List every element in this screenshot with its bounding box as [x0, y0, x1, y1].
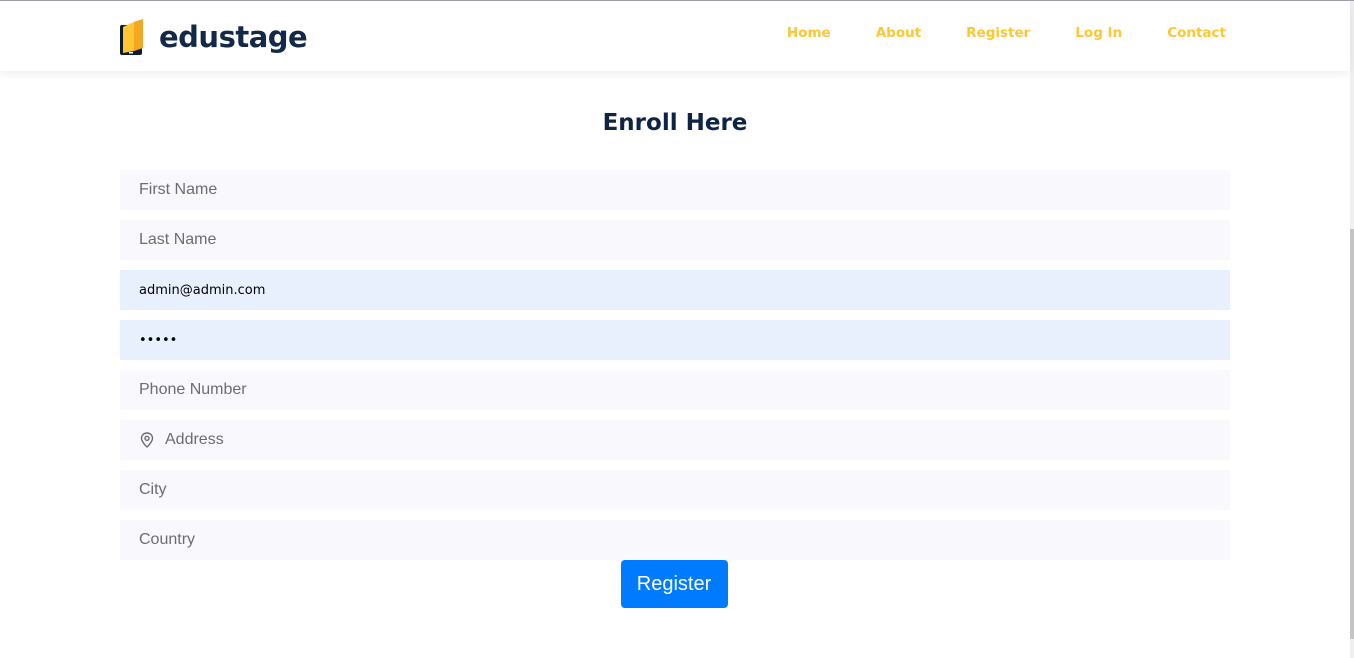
first-name-input[interactable] — [120, 170, 1230, 210]
register-button[interactable]: Register — [620, 560, 728, 608]
nav-home-link[interactable]: Home — [787, 25, 831, 41]
country-field-wrapper — [120, 520, 1230, 560]
enroll-form — [120, 170, 1230, 570]
city-field-wrapper — [120, 470, 1230, 510]
scrollbar-track[interactable] — [1350, 1, 1354, 658]
password-input[interactable] — [120, 320, 1230, 360]
scrollbar-thumb[interactable] — [1350, 229, 1354, 639]
nav-about-link[interactable]: About — [876, 25, 921, 41]
last-name-field-wrapper — [120, 220, 1230, 260]
top-border — [0, 0, 1354, 1]
nav-register-link[interactable]: Register — [966, 25, 1030, 41]
nav-login-link[interactable]: Log In — [1075, 25, 1122, 41]
password-field-wrapper — [120, 320, 1230, 360]
phone-input[interactable] — [120, 370, 1230, 410]
city-input[interactable] — [120, 470, 1230, 510]
brand-logo-link[interactable]: edustage — [119, 17, 308, 57]
brand-name: edustage — [159, 20, 308, 54]
page-title: Enroll Here — [602, 110, 748, 136]
address-input[interactable] — [120, 420, 1230, 460]
main-nav: Home About Register Log In Contact — [787, 25, 1226, 41]
page: edustage Home About Register Log In Cont… — [0, 0, 1354, 658]
first-name-field-wrapper — [120, 170, 1230, 210]
map-pin-icon — [140, 432, 154, 448]
address-field-wrapper — [120, 420, 1230, 460]
last-name-input[interactable] — [120, 220, 1230, 260]
email-input[interactable] — [120, 270, 1230, 310]
submit-row: Register — [0, 560, 1350, 608]
email-field-wrapper — [120, 270, 1230, 310]
book-icon — [120, 19, 143, 55]
phone-field-wrapper — [120, 370, 1230, 410]
nav-contact-link[interactable]: Contact — [1167, 25, 1226, 41]
navbar: edustage Home About Register Log In Cont… — [0, 1, 1350, 71]
country-input[interactable] — [120, 520, 1230, 560]
